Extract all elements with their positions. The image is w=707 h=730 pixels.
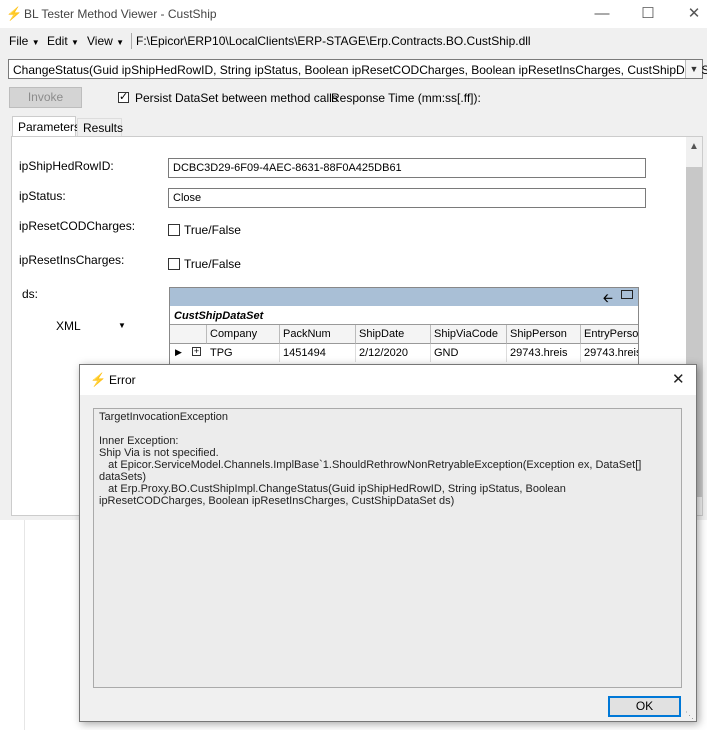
ipShipHedRowID-field[interactable]: DCBC3D29-6F09-4AEC-8631-88F0A425DB61 bbox=[168, 158, 646, 178]
chevron-down-icon[interactable]: ▼ bbox=[685, 60, 702, 78]
response-time-label: Response Time (mm:ss[.ff]): bbox=[331, 91, 481, 105]
maximize-button[interactable]: ☐ bbox=[625, 2, 671, 26]
close-icon[interactable]: ✕ bbox=[672, 370, 685, 388]
ipResetCODCharges-label: ipResetCODCharges: bbox=[19, 219, 136, 233]
scroll-up-icon[interactable]: ▲ bbox=[689, 141, 699, 152]
table-cell[interactable]: GND bbox=[431, 344, 507, 362]
method-selected-text: ChangeStatus(Guid ipShipHedRowID, String… bbox=[13, 63, 707, 77]
persist-dataset-label: Persist DataSet between method calls bbox=[135, 91, 338, 105]
assembly-path: F:\Epicor\ERP10\LocalClients\ERP-STAGE\E… bbox=[136, 34, 531, 48]
table-cell[interactable]: 29743.hreis bbox=[581, 344, 638, 362]
method-select[interactable]: ChangeStatus(Guid ipShipHedRowID, String… bbox=[8, 59, 707, 79]
ipStatus-label: ipStatus: bbox=[19, 189, 66, 203]
menu-separator bbox=[131, 33, 132, 49]
chevron-down-icon[interactable]: ▼ bbox=[118, 321, 126, 330]
menu-edit[interactable]: Edit ▼ bbox=[47, 34, 79, 48]
error-line: at Epicor.ServiceModel.Channels.ImplBase… bbox=[99, 459, 642, 471]
grid-caption: CustShipDataSet bbox=[170, 307, 638, 325]
title-bar: ⚡ BL Tester Method Viewer - CustShip — ☐… bbox=[0, 0, 707, 28]
lightning-icon: ⚡ bbox=[90, 372, 107, 387]
close-button[interactable]: ✕ bbox=[671, 2, 707, 26]
error-dialog-title: Error bbox=[109, 373, 136, 387]
tab-parameters[interactable]: Parameters bbox=[12, 116, 80, 136]
ds-format-select[interactable]: XML ▼ bbox=[56, 319, 132, 335]
ok-button[interactable]: OK bbox=[608, 696, 681, 717]
column-header[interactable]: Company bbox=[207, 325, 280, 344]
background-divider bbox=[24, 520, 25, 730]
minimize-button[interactable]: — bbox=[579, 2, 625, 26]
invoke-button[interactable]: Invoke bbox=[9, 87, 82, 108]
error-line: Inner Exception: bbox=[99, 435, 179, 447]
error-dialog-title-bar: ⚡ Error ✕ bbox=[80, 365, 696, 395]
error-line: ipResetCODCharges, Boolean ipResetInsCha… bbox=[99, 495, 455, 507]
error-message: TargetInvocationException Inner Exceptio… bbox=[99, 411, 674, 507]
menu-view[interactable]: View ▼ bbox=[87, 34, 124, 48]
error-line: Ship Via is not specified. bbox=[99, 447, 219, 459]
column-header[interactable]: ShipViaCode bbox=[431, 325, 507, 344]
error-line bbox=[99, 423, 674, 435]
column-header[interactable]: PackNum bbox=[280, 325, 356, 344]
row-selector-header bbox=[170, 325, 207, 344]
ipResetCODCharges-truefalse: True/False bbox=[184, 223, 241, 237]
table-cell[interactable]: 1451494 bbox=[280, 344, 356, 362]
ds-format-value: XML bbox=[56, 319, 81, 333]
ipStatus-field[interactable]: Close bbox=[168, 188, 646, 208]
table-cell[interactable]: 2/12/2020 bbox=[356, 344, 431, 362]
expand-icon[interactable]: + bbox=[192, 347, 201, 356]
error-line: at Erp.Proxy.BO.CustShipImpl.ChangeStatu… bbox=[99, 483, 566, 495]
column-header[interactable]: ShipDate bbox=[356, 325, 431, 344]
dataset-grid: 🡠 CustShipDataSet Company PackNum ShipDa… bbox=[169, 287, 639, 365]
ipShipHedRowID-label: ipShipHedRowID: bbox=[19, 159, 114, 173]
grid-options-icon[interactable] bbox=[621, 290, 633, 299]
column-header[interactable]: ShipPerson bbox=[507, 325, 581, 344]
row-pointer-icon: ▶ bbox=[175, 347, 182, 357]
ipResetCODCharges-checkbox[interactable] bbox=[168, 224, 180, 236]
ipResetInsCharges-checkbox[interactable] bbox=[168, 258, 180, 270]
menu-bar: File ▼ Edit ▼ View ▼ F:\Epicor\ERP10\Loc… bbox=[0, 30, 707, 52]
tab-results[interactable]: Results bbox=[77, 118, 123, 136]
window-title: BL Tester Method Viewer - CustShip bbox=[24, 7, 217, 21]
error-message-box[interactable]: TargetInvocationException Inner Exceptio… bbox=[93, 408, 682, 688]
ipResetInsCharges-label: ipResetInsCharges: bbox=[19, 253, 125, 267]
app-lightning-icon: ⚡ bbox=[6, 6, 23, 21]
table-cell[interactable]: TPG bbox=[207, 344, 280, 362]
column-header[interactable]: EntryPerson bbox=[581, 325, 638, 344]
ipResetInsCharges-truefalse: True/False bbox=[184, 257, 241, 271]
menu-file[interactable]: File ▼ bbox=[9, 34, 40, 48]
ds-label: ds: bbox=[22, 287, 39, 301]
table-cell[interactable]: 29743.hreis bbox=[507, 344, 581, 362]
resize-grip-icon[interactable]: ⋱ bbox=[685, 710, 694, 721]
persist-dataset-checkbox[interactable] bbox=[118, 90, 129, 103]
error-line: TargetInvocationException bbox=[99, 411, 229, 423]
grid-toolbar: 🡠 bbox=[170, 288, 638, 306]
error-line: dataSets) bbox=[99, 471, 147, 483]
